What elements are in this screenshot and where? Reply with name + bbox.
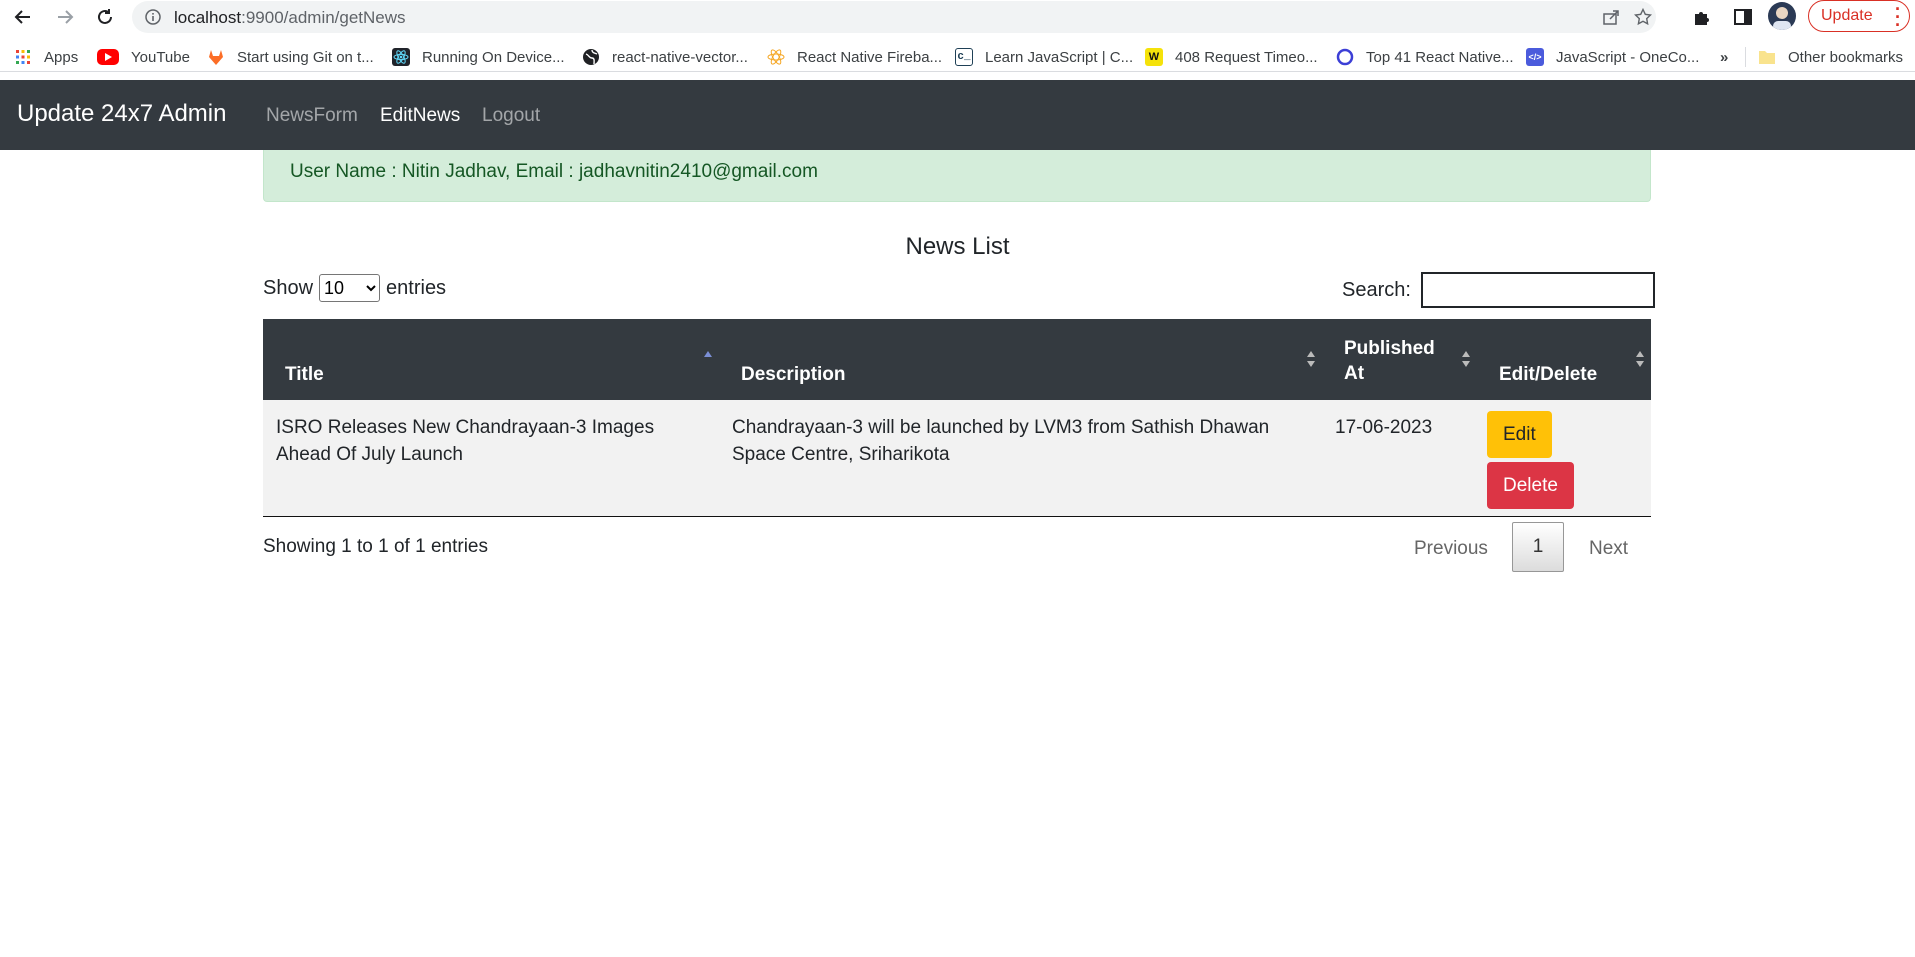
cell-actions: Edit Delete bbox=[1477, 400, 1651, 516]
pagination-previous[interactable]: Previous bbox=[1414, 538, 1488, 560]
more-bookmarks-chevron-icon[interactable]: » bbox=[1720, 46, 1728, 68]
react-firebase-icon bbox=[767, 48, 785, 66]
browser-toolbar: localhost:9900/admin/getNews Update · · · bbox=[0, 0, 1915, 34]
profile-avatar[interactable] bbox=[1768, 2, 1796, 30]
url-path: :9900/admin/getNews bbox=[241, 8, 406, 27]
user-info-alert: User Name : Nitin Jadhav, Email : jadhav… bbox=[263, 150, 1651, 202]
app-navbar: Update 24x7 Admin NewsForm EditNews Logo… bbox=[0, 80, 1915, 150]
menu-dots-icon[interactable]: · · · bbox=[1895, 0, 1901, 34]
column-header-edit-delete[interactable]: Edit/Delete bbox=[1477, 319, 1651, 400]
entries-length-control: Show 10 entries bbox=[263, 274, 446, 302]
url-text: localhost:9900/admin/getNews bbox=[174, 8, 406, 28]
table-info: Showing 1 to 1 of 1 entries bbox=[263, 536, 488, 557]
sort-both-icon bbox=[1462, 351, 1470, 367]
globe-icon bbox=[582, 48, 600, 66]
bookmark-label: 408 Request Timeo... bbox=[1175, 48, 1318, 66]
youtube-icon bbox=[97, 49, 119, 65]
w-icon: W bbox=[1145, 48, 1163, 66]
apps-grid-icon bbox=[14, 48, 32, 66]
bookmark-label: Start using Git on t... bbox=[237, 48, 374, 66]
entries-label: entries bbox=[386, 276, 447, 299]
bookmark-react-native-vector[interactable]: react-native-vector... bbox=[582, 46, 748, 68]
bookmark-label: Running On Device... bbox=[422, 48, 565, 66]
column-header-description[interactable]: Description bbox=[719, 319, 1322, 400]
table-search: Search: bbox=[1342, 272, 1655, 308]
extensions-puzzle-icon[interactable] bbox=[1690, 5, 1714, 29]
code-icon: </> bbox=[1526, 48, 1544, 66]
codecademy-icon: c_ bbox=[955, 48, 973, 66]
bookmark-label: react-native-vector... bbox=[612, 48, 748, 66]
search-input[interactable] bbox=[1420, 272, 1655, 308]
sort-both-icon bbox=[1636, 351, 1644, 367]
bookmark-label: React Native Fireba... bbox=[797, 48, 943, 66]
side-panel-icon[interactable] bbox=[1731, 5, 1755, 29]
nav-link-newsform[interactable]: NewsForm bbox=[266, 105, 358, 127]
folder-icon bbox=[1758, 48, 1776, 66]
bookmark-javascript-oneco[interactable]: </> JavaScript - OneCo... bbox=[1526, 46, 1699, 68]
gitlab-icon bbox=[207, 48, 225, 66]
back-arrow-icon[interactable] bbox=[10, 4, 36, 30]
nav-link-logout[interactable]: Logout bbox=[482, 105, 540, 127]
bookmark-label: Learn JavaScript | C... bbox=[985, 48, 1134, 66]
bookmark-label: YouTube bbox=[131, 48, 190, 66]
pagination-next[interactable]: Next bbox=[1589, 538, 1628, 560]
reload-icon[interactable] bbox=[92, 4, 118, 30]
nav-link-editnews[interactable]: EditNews bbox=[380, 105, 460, 127]
pagination-page-1[interactable]: 1 bbox=[1512, 522, 1564, 572]
column-header-published-at[interactable]: Published At bbox=[1322, 319, 1477, 400]
column-header-title[interactable]: Title bbox=[263, 319, 719, 400]
forward-arrow-icon[interactable] bbox=[52, 4, 78, 30]
site-info-icon[interactable] bbox=[142, 6, 164, 28]
navbar-brand[interactable]: Update 24x7 Admin bbox=[17, 100, 226, 128]
page-title: News List bbox=[905, 233, 1010, 260]
bookmark-youtube[interactable]: YouTube bbox=[97, 46, 190, 68]
bookmark-running-on-device[interactable]: Running On Device... bbox=[392, 46, 565, 68]
address-bar[interactable]: localhost:9900/admin/getNews bbox=[132, 1, 1656, 33]
bookmark-408-request[interactable]: W 408 Request Timeo... bbox=[1145, 46, 1318, 68]
bookmark-star-icon[interactable] bbox=[1632, 6, 1654, 28]
bookmark-divider bbox=[1745, 47, 1746, 67]
column-label: Title bbox=[285, 364, 324, 385]
page-length-select[interactable]: 10 bbox=[319, 274, 381, 302]
news-table: Title Description Published At Edit/Dele… bbox=[263, 319, 1651, 517]
table-header-row: Title Description Published At Edit/Dele… bbox=[263, 319, 1651, 400]
ring-icon bbox=[1336, 48, 1354, 66]
column-label: Description bbox=[741, 364, 846, 385]
column-label: Edit/Delete bbox=[1499, 364, 1598, 385]
sort-both-icon bbox=[1307, 351, 1315, 367]
bookmark-top-41[interactable]: Top 41 React Native... bbox=[1336, 46, 1514, 68]
url-host: localhost bbox=[174, 8, 242, 27]
bookmark-apps[interactable]: Apps bbox=[14, 46, 78, 68]
column-label: Published At bbox=[1344, 338, 1435, 384]
update-label: Update bbox=[1821, 7, 1873, 24]
cell-published-at: 17-06-2023 bbox=[1322, 400, 1477, 516]
delete-button[interactable]: Delete bbox=[1487, 462, 1574, 509]
cell-description: Chandrayaan-3 will be launched by LVM3 f… bbox=[719, 400, 1322, 516]
search-label: Search: bbox=[1342, 278, 1411, 301]
table-row: ISRO Releases New Chandrayaan-3 Images A… bbox=[263, 400, 1651, 516]
edit-button[interactable]: Edit bbox=[1487, 411, 1552, 458]
bookmark-react-native-firebase[interactable]: React Native Fireba... bbox=[767, 46, 942, 68]
chrome-update-button[interactable]: Update · · · bbox=[1808, 0, 1910, 34]
bookmark-git[interactable]: Start using Git on t... bbox=[207, 46, 374, 68]
sort-asc-icon bbox=[704, 351, 712, 357]
bookmarks-bar: Apps YouTube Start using Git on t... Run… bbox=[0, 42, 1915, 72]
bookmark-learn-javascript[interactable]: c_ Learn JavaScript | C... bbox=[955, 46, 1133, 68]
bookmark-label: Other bookmarks bbox=[1788, 48, 1904, 66]
cell-title: ISRO Releases New Chandrayaan-3 Images A… bbox=[263, 400, 719, 516]
bookmark-label: JavaScript - OneCo... bbox=[1556, 48, 1700, 66]
show-label: Show bbox=[263, 276, 314, 299]
bookmark-label: Apps bbox=[44, 48, 79, 66]
share-icon[interactable] bbox=[1600, 6, 1622, 28]
react-icon bbox=[392, 48, 410, 66]
bookmark-label: Top 41 React Native... bbox=[1366, 48, 1514, 66]
bookmark-other[interactable]: Other bookmarks bbox=[1758, 46, 1903, 68]
